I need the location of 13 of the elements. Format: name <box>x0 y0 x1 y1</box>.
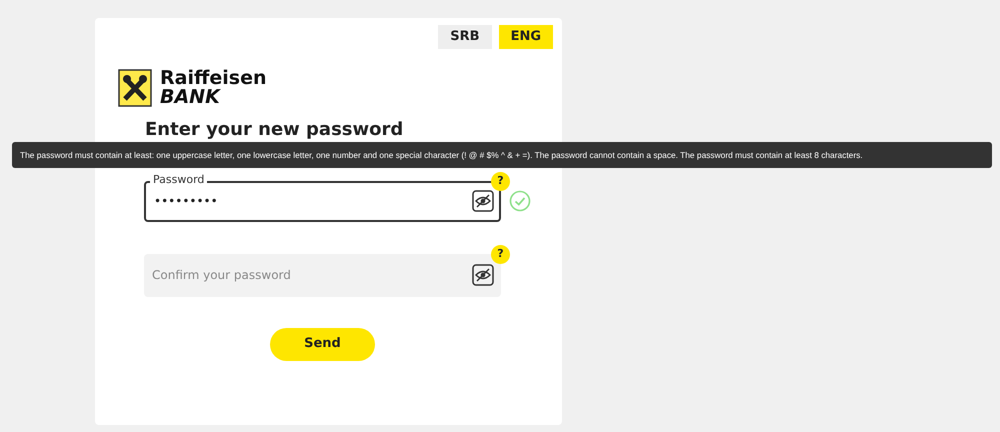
help-icon[interactable]: ? <box>491 244 510 264</box>
help-icon[interactable]: ? <box>491 172 510 190</box>
heading: Enter your new password <box>145 120 404 140</box>
language-button[interactable]: SRB <box>438 25 492 48</box>
send-button[interactable]: Send <box>270 328 375 360</box>
language-button[interactable]: ENG <box>498 25 553 48</box>
logo-text: Raiffeisen <box>160 66 266 88</box>
tooltip: The password must contain at least: one uppercase letter, one lowercase letter, one number and one special character (! @ # $% ^ & + =). The password cannot contain a space. The password must contain at least 8 characters. <box>12 142 992 168</box>
logo-icon <box>118 68 152 106</box>
hide-password-icon[interactable] <box>472 190 494 212</box>
logo-text: BANK <box>160 88 222 106</box>
field-label: Password <box>150 172 208 186</box>
hide-password-icon[interactable] <box>472 264 494 286</box>
